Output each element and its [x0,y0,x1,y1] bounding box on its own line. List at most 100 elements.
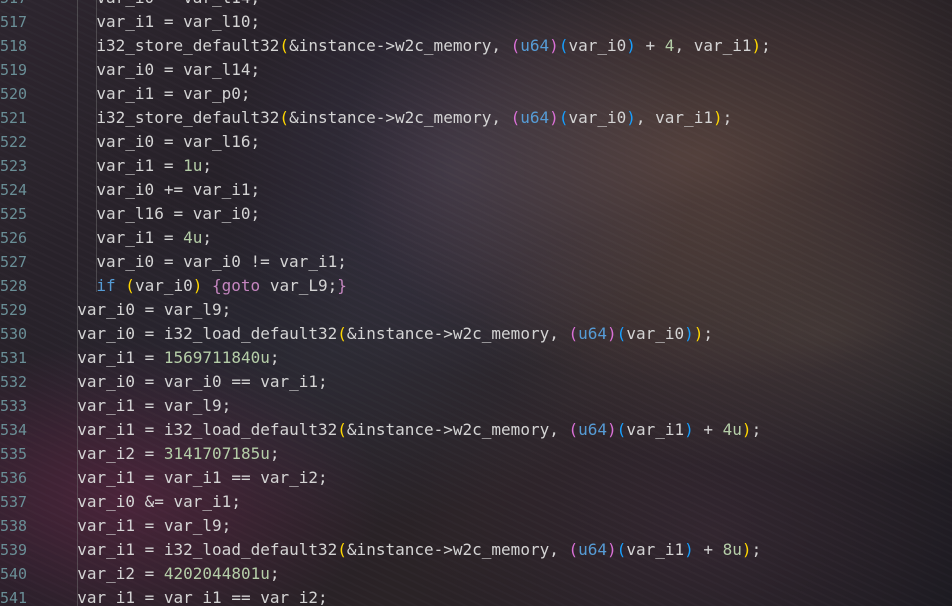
code-token: var_i0 [568,36,627,55]
code-line[interactable]: var_i1 = var_l9; [77,514,231,538]
code-token: ( [279,36,290,55]
code-token: ( [616,420,627,439]
code-token: ) [626,36,636,55]
code-line[interactable]: var_i0 = var_l14; [96,0,260,10]
code-token: ) [684,540,694,559]
code-token: var_i0 += var_i1; [96,180,261,199]
code-token: u64 [520,108,550,127]
code-token: , var_i1 [674,36,752,55]
code-line[interactable]: var_i1 = i32_load_default32(&instance->w… [77,538,761,562]
code-token: var_i1 = var_i1 == var_i2; [77,588,328,606]
code-token: + [693,420,723,439]
code-token: u64 [578,540,608,559]
code-line[interactable]: if (var_i0) {goto var_L9;} [96,274,347,298]
line-number: 517 [0,13,28,31]
code-token: ( [558,36,569,55]
code-token: var_i0 = i32_load_default32 [77,324,338,343]
code-token: &instance->w2c_memory, [346,420,569,439]
code-token: var_i0 = var_l14; [96,60,261,79]
code-token: ; [269,564,280,583]
code-token: { [212,276,222,295]
code-token: var_i0 = var_l14; [96,0,260,7]
code-token: i32_store_default32 [96,108,280,127]
code-token: var_i1 = [96,156,184,175]
line-number: 537 [0,493,28,511]
code-token: i32_store_default32 [96,36,280,55]
line-number: 529 [0,301,28,319]
line-number: 527 [0,253,28,271]
code-token: , var_i1 [635,108,713,127]
code-token: var_i0 [626,324,685,343]
code-token: goto [221,276,261,295]
code-line[interactable]: var_i0 = var_i0 == var_i1; [77,370,327,394]
code-line[interactable]: var_i1 = var_i1 == var_i2; [77,586,327,606]
code-line[interactable]: var_i0 = i32_load_default32(&instance->w… [77,322,713,346]
code-editor[interactable]: 517 517 518 519 520 521 522 523 524 525 526 527 528 5… [0,0,952,606]
code-line[interactable]: i32_store_default32(&instance->w2c_memor… [96,106,732,130]
code-token: var_i1 = var_p0; [96,84,251,103]
code-token: &instance->w2c_memory, [289,36,511,55]
line-number: 539 [0,541,28,559]
code-line[interactable]: var_i1 = var_l10; [96,10,260,34]
code-token: var_i0 = var_i0 == var_i1; [77,372,328,391]
code-token: &instance->w2c_memory, [346,324,569,343]
code-token: 1569711840u [163,348,270,367]
code-line[interactable]: var_i0 = var_l9; [77,298,231,322]
code-line[interactable]: i32_store_default32(&instance->w2c_memor… [96,34,770,58]
code-token: ( [337,324,347,343]
line-number: 526 [0,229,28,247]
code-line[interactable]: var_i0 &= var_i1; [77,490,241,514]
line-number: 531 [0,349,28,367]
code-line[interactable]: var_i0 += var_i1; [96,178,260,202]
code-token: &instance->w2c_memory, [289,108,511,127]
code-token: ) [751,36,762,55]
code-area[interactable]: var_i0 = var_l14; var_i1 = var_l10; i32_st… [58,0,952,606]
code-token: var_i1 = [96,228,184,247]
code-line[interactable]: var_i0 = var_l16; [96,130,260,154]
code-token: ( [125,276,135,295]
code-token: var_i1 [626,420,685,439]
code-token: ( [558,108,569,127]
code-line[interactable]: var_i2 = 3141707185u; [77,442,279,466]
code-token: var_i0 = var_l16; [96,132,261,151]
code-token: 4202044801u [163,564,270,583]
code-token: ( [568,540,579,559]
code-token: u64 [578,420,608,439]
code-token: var_i1 = var_i1 == var_i2; [77,468,328,487]
line-number-gutter: 517 517 518 519 520 521 522 523 524 525 526 527 528 5… [0,0,56,606]
code-token: ( [279,108,290,127]
line-number: 536 [0,469,28,487]
code-token: ) [607,420,617,439]
code-line[interactable]: var_i0 = var_i0 != var_i1; [96,250,346,274]
code-token: ) [693,324,704,343]
code-line[interactable]: var_i0 = var_l14; [96,58,260,82]
code-token: 3141707185u [163,444,270,463]
code-token: 1u [183,156,203,175]
line-number: 518 [0,37,28,55]
code-line[interactable]: var_i1 = var_l9; [77,394,231,418]
code-token: var_l16 = var_i0; [96,204,261,223]
line-number: 541 [0,589,28,606]
code-token: var_i0 = var_l9; [77,300,232,319]
code-token: ; [269,444,280,463]
code-token: var_i0 = var_i0 != var_i1; [96,252,347,271]
code-line[interactable]: var_i2 = 4202044801u; [77,562,279,586]
line-number: 525 [0,205,28,223]
code-line[interactable]: var_i1 = var_i1 == var_i2; [77,466,327,490]
code-line[interactable]: var_i1 = 1569711840u; [77,346,279,370]
code-token: ( [337,420,347,439]
code-line[interactable]: var_i1 = 4u; [96,226,212,250]
code-token: var_i1 = i32_load_default32 [77,540,338,559]
line-number: 519 [0,61,28,79]
code-token: ( [510,36,521,55]
code-token: ) [712,108,723,127]
code-token: ) [607,324,617,343]
code-token: ( [616,540,627,559]
code-line[interactable]: var_l16 = var_i0; [96,202,260,226]
code-token: ; [703,324,714,343]
code-line[interactable]: var_i1 = i32_load_default32(&instance->w… [77,418,761,442]
code-token: ( [568,324,579,343]
code-line[interactable]: var_i1 = 1u; [96,154,212,178]
code-line[interactable]: var_i1 = var_p0; [96,82,250,106]
